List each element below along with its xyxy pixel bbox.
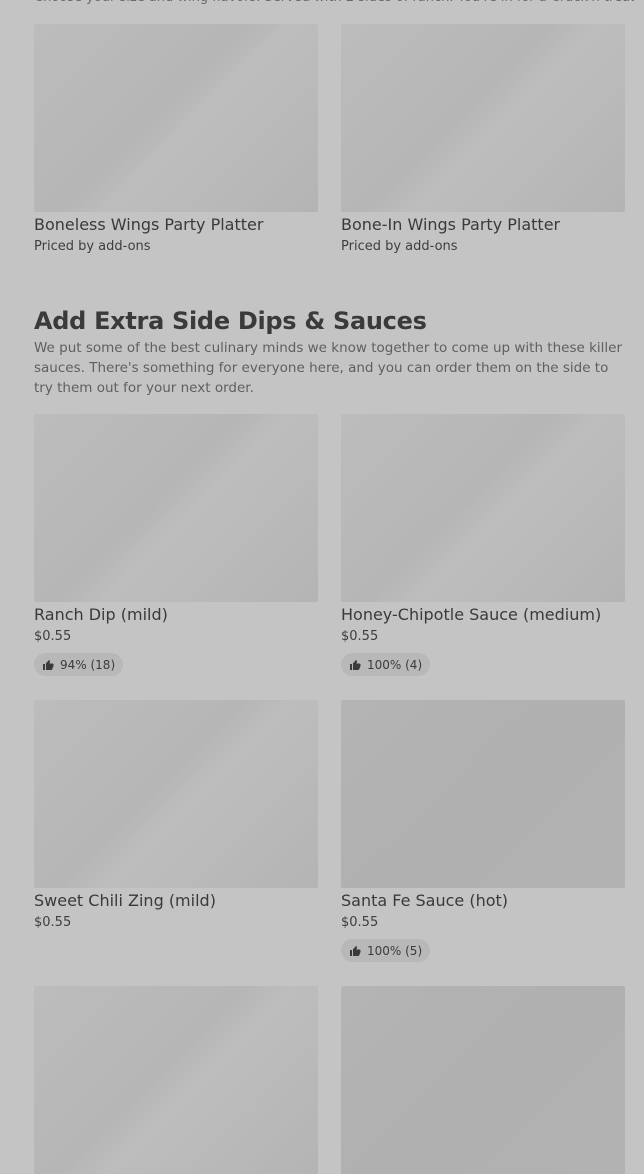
item-name: Honey-Chipotle Sauce (medium)	[341, 605, 602, 624]
item-price: $0.55	[341, 915, 379, 930]
item-price: Priced by add-ons	[34, 239, 151, 254]
item-name: Sweet Chili Zing (mild)	[34, 891, 216, 910]
item-name: Bone-In Wings Party Platter	[341, 215, 561, 234]
page: Choose your size and wing flavors. Serve…	[0, 0, 644, 1174]
rating-text: 94% (18)	[60, 657, 116, 672]
item-image[interactable]	[34, 986, 318, 1174]
item-name: Santa Fe Sauce (hot)	[341, 891, 509, 910]
menu-item-card[interactable]: Honey-Chipotle Sauce (medium) $0.55 100%…	[341, 414, 625, 676]
item-name: Boneless Wings Party Platter	[34, 215, 264, 234]
item-image[interactable]	[341, 414, 625, 602]
menu-item-card[interactable]: Sweet Chili Zing (mild) $0.55	[34, 700, 318, 933]
rating-text: 100% (4)	[367, 657, 423, 672]
item-image[interactable]	[34, 700, 318, 888]
menu-item-card[interactable]	[341, 986, 625, 1174]
rating-text: 100% (5)	[367, 943, 423, 958]
item-price: Priced by add-ons	[341, 239, 458, 254]
thumbs-up-icon	[350, 659, 361, 670]
thumbs-up-icon	[350, 945, 361, 956]
menu-item-card[interactable]: Santa Fe Sauce (hot) $0.55 100% (5)	[341, 700, 625, 962]
thumbs-up-icon	[43, 659, 54, 670]
item-price: $0.55	[34, 629, 72, 644]
section-description: We put some of the best culinary minds w…	[34, 340, 623, 396]
category-description: Choose your size and wing flavors. Serve…	[34, 0, 634, 8]
item-image[interactable]	[341, 24, 625, 212]
menu-item-card[interactable]: Boneless Wings Party Platter Priced by a…	[34, 24, 318, 257]
menu-item-card[interactable]: Ranch Dip (mild) $0.55 94% (18)	[34, 414, 318, 676]
item-price: $0.55	[34, 915, 72, 930]
item-image[interactable]	[341, 700, 625, 888]
menu-item-card[interactable]: Bone-In Wings Party Platter Priced by ad…	[341, 24, 625, 257]
item-image[interactable]	[34, 414, 318, 602]
item-image[interactable]	[341, 986, 625, 1174]
rating-badge: 100% (4)	[341, 653, 431, 676]
item-price: $0.55	[341, 629, 379, 644]
item-image[interactable]	[34, 24, 318, 212]
item-name: Ranch Dip (mild)	[34, 605, 168, 624]
rating-badge: 94% (18)	[34, 653, 124, 676]
section-title: Add Extra Side Dips & Sauces	[34, 307, 427, 335]
rating-badge: 100% (5)	[341, 939, 431, 962]
menu-item-card[interactable]	[34, 986, 318, 1174]
